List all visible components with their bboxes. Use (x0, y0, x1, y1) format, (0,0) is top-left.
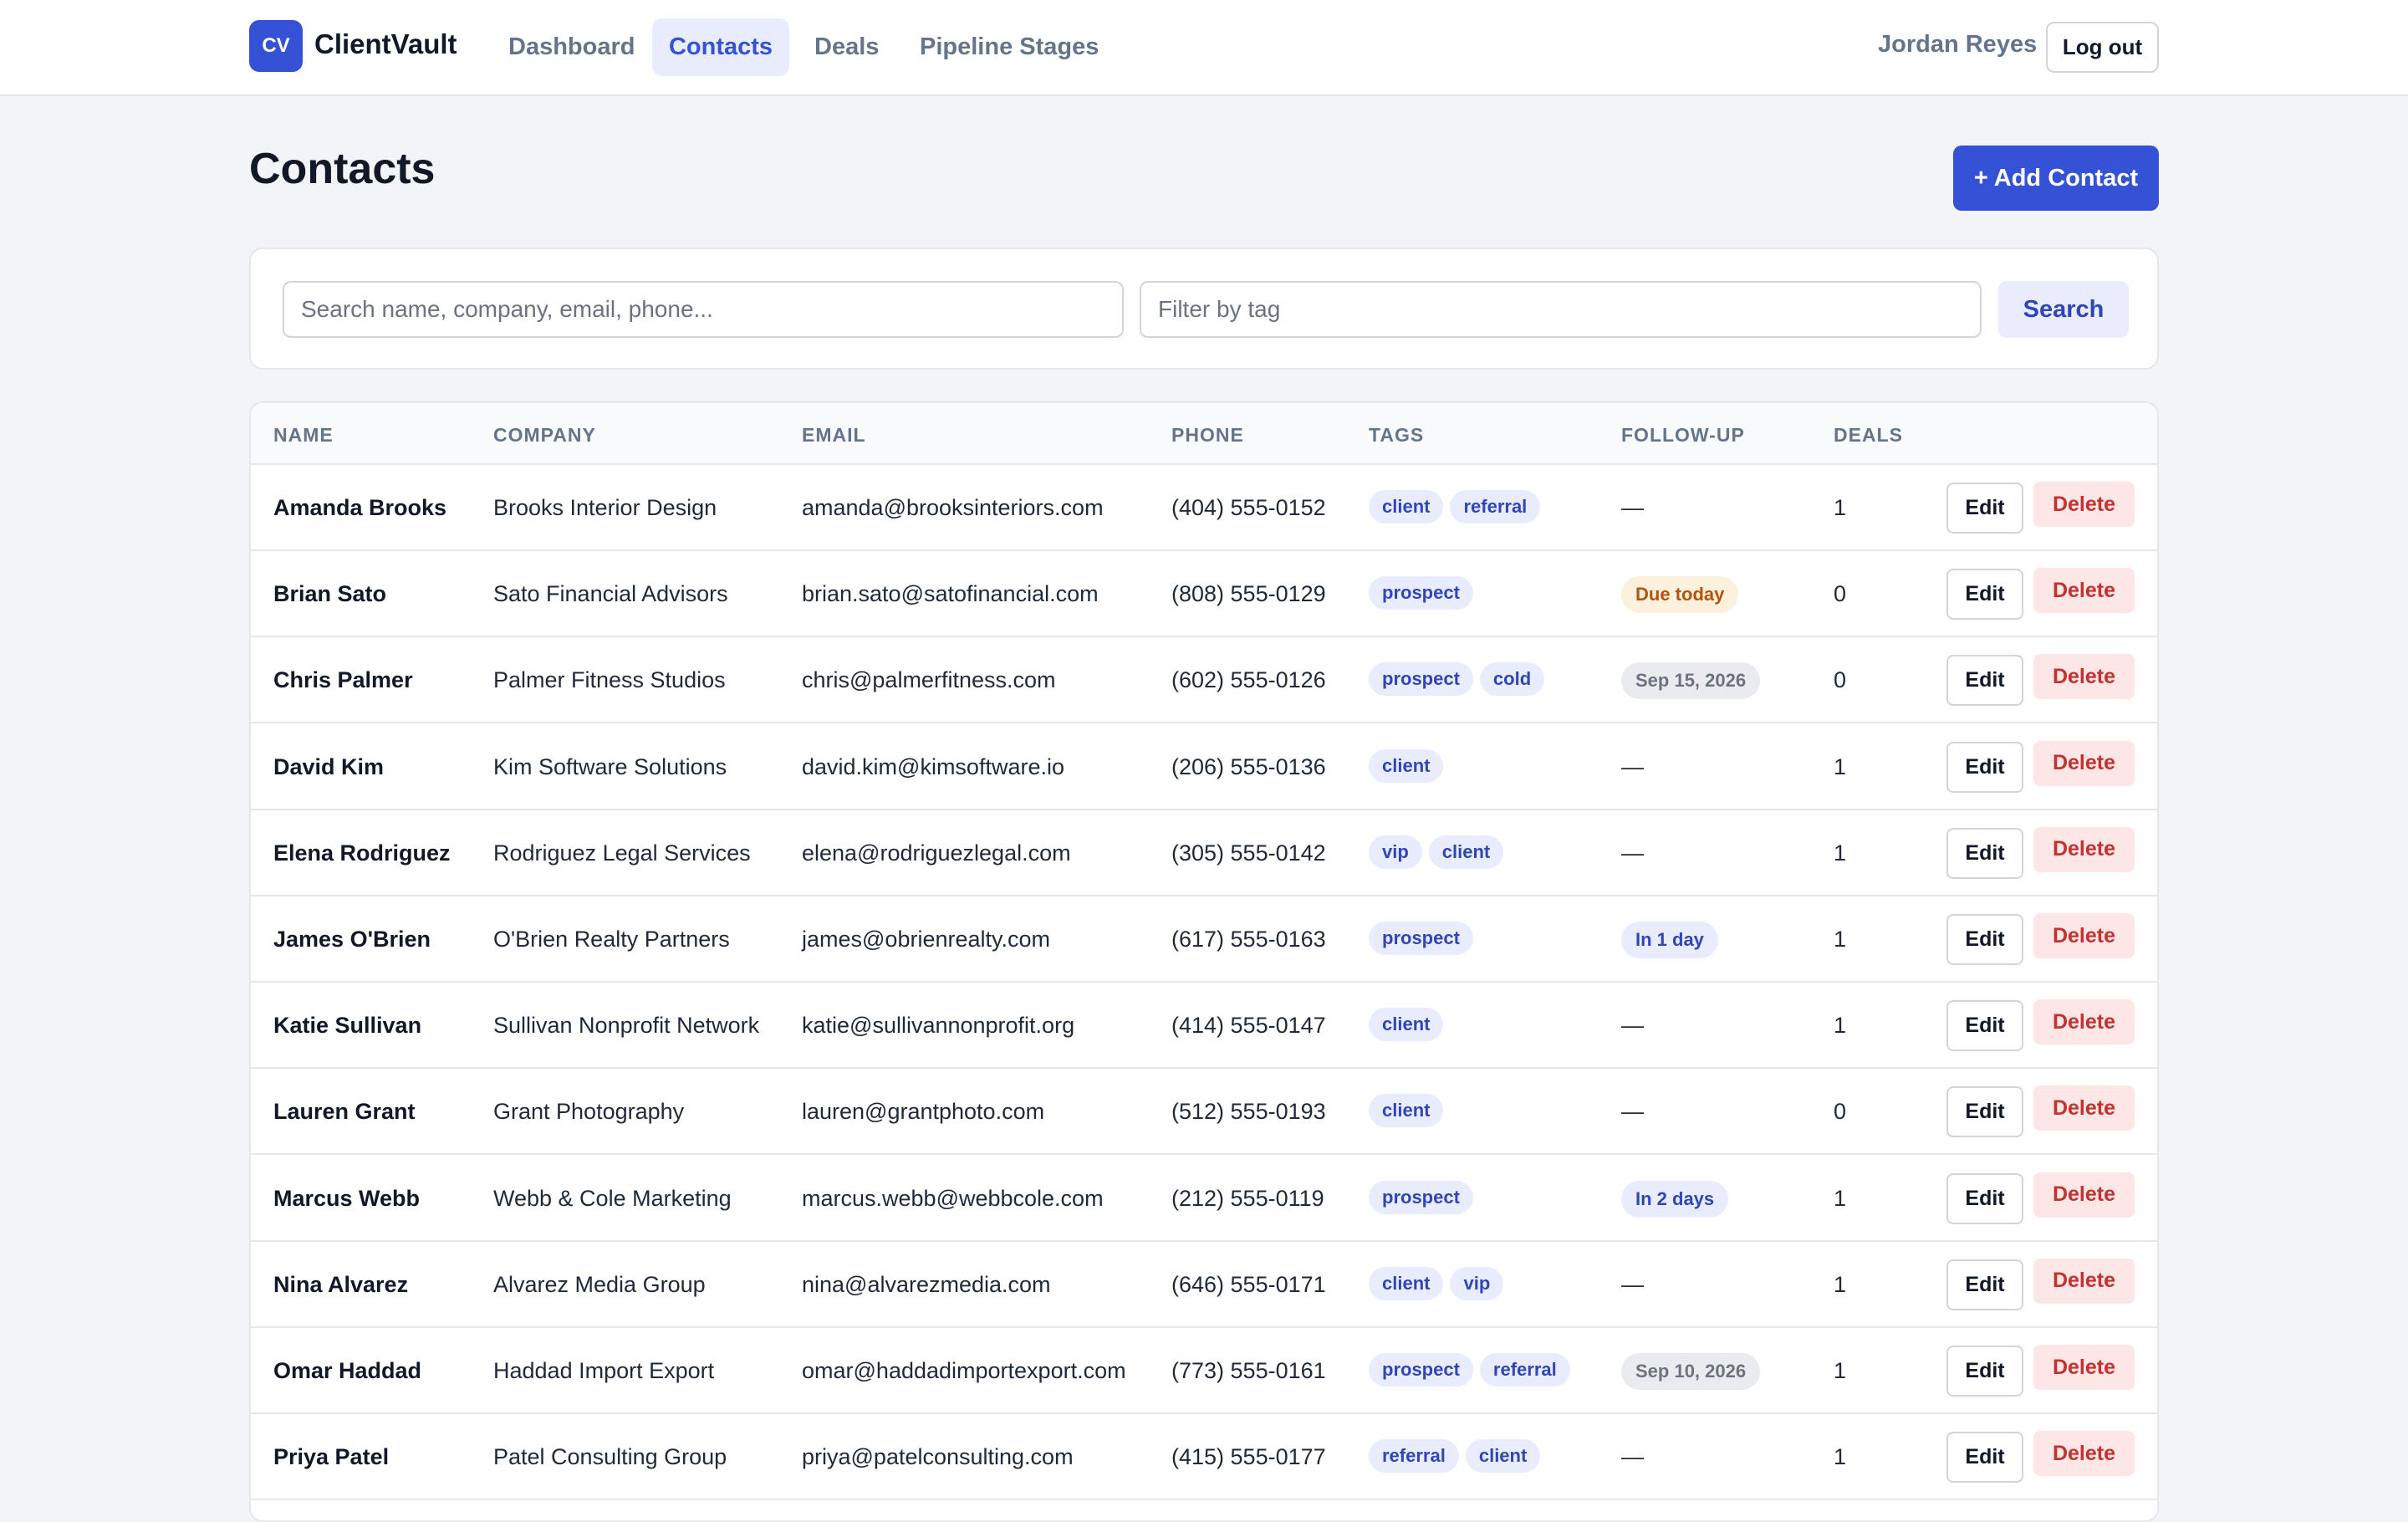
add-contact-button[interactable]: + Add Contact (1953, 146, 2159, 211)
table-row: Omar Haddad Haddad Import Export omar@hadd… (251, 1328, 2157, 1414)
row-actions: Edit Delete (251, 826, 2157, 879)
row-actions: Edit Delete (251, 482, 2157, 534)
search-button[interactable]: Search (1998, 281, 2129, 338)
table-row: Brian Sato Sato Financial Advisors brian.s… (251, 551, 2157, 638)
edit-button[interactable]: Edit (1946, 569, 2023, 621)
search-panel: Search (249, 248, 2159, 370)
table-row: Amanda Brooks Brooks Interior Design amand… (251, 465, 2157, 551)
tag-filter-input[interactable] (1140, 281, 1982, 338)
top-nav-bar: CV ClientVault Dashboard Contacts Deals … (0, 0, 2408, 96)
column-header-company: COMPANY (493, 424, 596, 446)
delete-button[interactable]: Delete (2033, 1345, 2135, 1390)
nav-dashboard[interactable]: Dashboard (488, 18, 655, 76)
row-actions: Edit Delete (251, 1345, 2157, 1397)
edit-button[interactable]: Edit (1946, 1346, 2023, 1397)
nav-pipeline-stages[interactable]: Pipeline Stages (900, 18, 1119, 76)
row-actions: Edit Delete (251, 568, 2157, 621)
column-header-follow-up: FOLLOW-UP (1621, 424, 1745, 446)
delete-button[interactable]: Delete (2033, 1431, 2135, 1477)
edit-button[interactable]: Edit (1946, 827, 2023, 879)
row-actions: Edit Delete (251, 999, 2157, 1052)
row-actions: Edit Delete (251, 740, 2157, 793)
row-actions: Edit Delete (251, 1258, 2157, 1310)
delete-button[interactable]: Delete (2033, 740, 2135, 786)
contacts-table: NAME COMPANY EMAIL PHONE TAGS FOLLOW-UP … (249, 401, 2159, 1522)
delete-button[interactable]: Delete (2033, 826, 2135, 872)
row-actions: Edit Delete (251, 1431, 2157, 1484)
table-row: Katie Sullivan Sullivan Nonprofit Network… (251, 983, 2157, 1070)
table-row: Elena Rodriguez Rodriguez Legal Services e… (251, 810, 2157, 896)
table-row: Nina Alvarez Alvarez Media Group nina@alva… (251, 1242, 2157, 1328)
column-header-deals: DEALS (1834, 424, 1903, 446)
row-actions: Edit Delete (251, 1085, 2157, 1138)
column-header-phone: PHONE (1171, 424, 1244, 446)
logout-button[interactable]: Log out (2046, 22, 2159, 73)
table-header: NAME COMPANY EMAIL PHONE TAGS FOLLOW-UP … (251, 403, 2157, 465)
edit-button[interactable]: Edit (1946, 1259, 2023, 1310)
table-row: Chris Palmer Palmer Fitness Studios chris@… (251, 637, 2157, 724)
delete-button[interactable]: Delete (2033, 1085, 2135, 1131)
table-row: Priya Patel Patel Consulting Group priya@p… (251, 1414, 2157, 1501)
nav-deals[interactable]: Deals (794, 18, 899, 76)
edit-button[interactable]: Edit (1946, 483, 2023, 534)
edit-button[interactable]: Edit (1946, 741, 2023, 793)
delete-button[interactable]: Delete (2033, 568, 2135, 614)
delete-button[interactable]: Delete (2033, 1258, 2135, 1304)
column-header-tags: TAGS (1369, 424, 1425, 446)
delete-button[interactable]: Delete (2033, 999, 2135, 1045)
edit-button[interactable]: Edit (1946, 1086, 2023, 1138)
delete-button[interactable]: Delete (2033, 913, 2135, 958)
row-actions: Edit Delete (251, 654, 2157, 707)
column-header-email: EMAIL (802, 424, 866, 446)
delete-button[interactable]: Delete (2033, 654, 2135, 700)
row-actions: Edit Delete (251, 913, 2157, 965)
delete-button[interactable]: Delete (2033, 1172, 2135, 1218)
edit-button[interactable]: Edit (1946, 1432, 2023, 1484)
edit-button[interactable]: Edit (1946, 1172, 2023, 1224)
edit-button[interactable]: Edit (1946, 914, 2023, 965)
current-user-name: Jordan Reyes (1878, 31, 2038, 58)
nav-contacts[interactable]: Contacts (652, 18, 789, 76)
column-header-name: NAME (273, 424, 334, 446)
table-row: Marcus Webb Webb & Cole Marketing marcus.w… (251, 1156, 2157, 1242)
table-row: James O'Brien O'Brien Realty Partners jame… (251, 896, 2157, 983)
delete-button[interactable]: Delete (2033, 482, 2135, 527)
edit-button[interactable]: Edit (1946, 655, 2023, 707)
app-name[interactable]: ClientVault (314, 28, 457, 60)
edit-button[interactable]: Edit (1946, 1000, 2023, 1052)
table-row: Lauren Grant Grant Photography lauren@gran… (251, 1069, 2157, 1156)
page-title: Contacts (249, 145, 436, 193)
row-actions: Edit Delete (251, 1172, 2157, 1224)
app-logo[interactable]: CV (249, 20, 303, 72)
table-row: David Kim Kim Software Solutions david.kim… (251, 724, 2157, 810)
search-input[interactable] (283, 281, 1124, 338)
